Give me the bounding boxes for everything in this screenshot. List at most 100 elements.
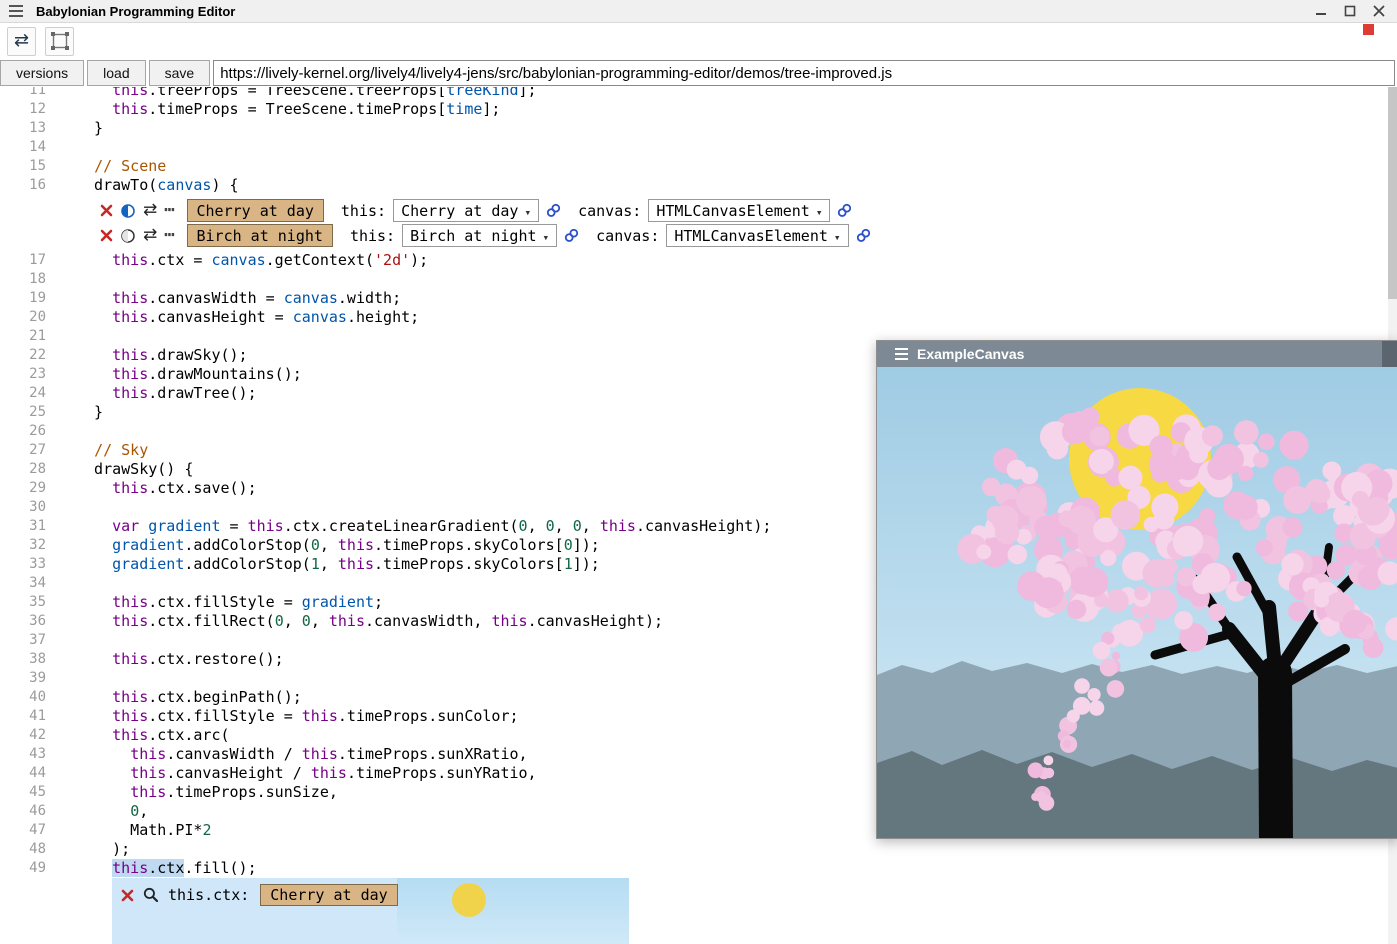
example-name-box[interactable]: Cherry at day bbox=[260, 884, 397, 906]
chevron-down-icon bbox=[543, 227, 550, 245]
line-number: 43 bbox=[0, 745, 46, 764]
example-canvas-window: ExampleCanvas bbox=[876, 340, 1397, 839]
link-icon[interactable] bbox=[856, 228, 871, 243]
line-number: 13 bbox=[0, 119, 46, 138]
trace-example-button[interactable]: ⇄ bbox=[143, 227, 157, 244]
delete-probe-button[interactable] bbox=[121, 889, 134, 902]
chevron-down-icon bbox=[524, 202, 531, 220]
code-line[interactable]: 14 bbox=[0, 138, 1397, 157]
dropdown-value: Birch at night bbox=[410, 227, 536, 245]
line-number: 39 bbox=[0, 669, 46, 688]
close-icon[interactable] bbox=[1373, 5, 1385, 17]
line-number: 47 bbox=[0, 821, 46, 840]
delete-example-button[interactable] bbox=[100, 229, 113, 242]
example-canvas-title: ExampleCanvas bbox=[917, 346, 1024, 362]
line-number: 30 bbox=[0, 498, 46, 517]
line-number: 23 bbox=[0, 365, 46, 384]
line-number: 40 bbox=[0, 688, 46, 707]
link-icon[interactable] bbox=[546, 203, 561, 218]
swap-arrows-button[interactable]: ⇄ bbox=[7, 27, 36, 56]
versions-button[interactable]: versions bbox=[0, 60, 84, 86]
line-number: 34 bbox=[0, 574, 46, 593]
example-canvas-titlebar[interactable]: ExampleCanvas bbox=[877, 341, 1397, 367]
line-number: 21 bbox=[0, 327, 46, 346]
dropdown-value: HTMLCanvasElement bbox=[674, 227, 828, 245]
magnifier-icon[interactable] bbox=[143, 887, 159, 903]
line-number: 42 bbox=[0, 726, 46, 745]
swap-arrows-icon: ⇄ bbox=[14, 32, 29, 50]
load-button[interactable]: load bbox=[87, 60, 145, 86]
example-toggle-icon[interactable] bbox=[120, 203, 136, 219]
line-number: 12 bbox=[0, 100, 46, 119]
code-line[interactable]: 48 ); bbox=[0, 840, 1397, 859]
line-number: 16 bbox=[0, 176, 46, 195]
canvas-label: canvas: bbox=[596, 227, 659, 245]
selection-bounds-icon bbox=[50, 31, 70, 51]
code-line[interactable]: 19 this.canvasWidth = canvas.width; bbox=[0, 289, 1397, 308]
code-line[interactable]: 18 bbox=[0, 270, 1397, 289]
example-probe-row: ⇄ ⋯ Cherry at day this: Cherry at day ca… bbox=[0, 198, 1397, 223]
line-number: 38 bbox=[0, 650, 46, 669]
code-line[interactable]: 11 this.treeProps = TreeScene.treeProps[… bbox=[0, 87, 1397, 100]
link-icon[interactable] bbox=[837, 203, 852, 218]
code-line[interactable]: 13 } bbox=[0, 119, 1397, 138]
canvas-value-dropdown[interactable]: HTMLCanvasElement bbox=[648, 199, 830, 222]
chevron-down-icon bbox=[816, 202, 823, 220]
link-icon[interactable] bbox=[564, 228, 579, 243]
line-number: 49 bbox=[0, 859, 46, 878]
minimize-icon[interactable] bbox=[1315, 5, 1327, 17]
canvas-value-dropdown[interactable]: HTMLCanvasElement bbox=[666, 224, 848, 247]
line-number: 45 bbox=[0, 783, 46, 802]
trace-example-button[interactable]: ⇄ bbox=[143, 202, 157, 219]
modified-indicator bbox=[1363, 24, 1374, 35]
selection-bounds-button[interactable] bbox=[45, 27, 74, 56]
this-value-dropdown[interactable]: Cherry at day bbox=[393, 199, 539, 222]
code-line[interactable]: 49 this.ctx.fill(); bbox=[0, 859, 1397, 878]
example-name-box[interactable]: Birch at night bbox=[187, 224, 333, 247]
line-number: 11 bbox=[0, 87, 46, 100]
line-number: 31 bbox=[0, 517, 46, 536]
code-line[interactable]: 16 drawTo(canvas) { bbox=[0, 176, 1397, 195]
line-number: 33 bbox=[0, 555, 46, 574]
app-titlebar[interactable]: Babylonian Programming Editor bbox=[0, 0, 1397, 23]
code-line[interactable]: 20 this.canvasHeight = canvas.height; bbox=[0, 308, 1397, 327]
line-number: 37 bbox=[0, 631, 46, 650]
app-title: Babylonian Programming Editor bbox=[36, 4, 235, 19]
menu-icon[interactable] bbox=[9, 5, 23, 17]
file-bar: versions load save bbox=[0, 60, 1395, 86]
line-number: 20 bbox=[0, 308, 46, 327]
menu-icon[interactable] bbox=[895, 348, 908, 360]
swap-arrows-icon: ⇄ bbox=[143, 202, 157, 219]
this-label: this: bbox=[341, 202, 386, 220]
line-number: 26 bbox=[0, 422, 46, 441]
line-number: 24 bbox=[0, 384, 46, 403]
example-toggle-icon[interactable] bbox=[120, 228, 136, 244]
url-input[interactable] bbox=[213, 60, 1395, 86]
line-number: 14 bbox=[0, 138, 46, 157]
more-options-icon[interactable]: ⋯ bbox=[164, 202, 175, 219]
line-number: 44 bbox=[0, 764, 46, 783]
maximize-icon[interactable] bbox=[1344, 5, 1356, 17]
line-number: 41 bbox=[0, 707, 46, 726]
line-number: 17 bbox=[0, 251, 46, 270]
line-number: 18 bbox=[0, 270, 46, 289]
code-line[interactable]: 15 // Scene bbox=[0, 157, 1397, 176]
example-name-box[interactable]: Cherry at day bbox=[187, 199, 324, 222]
line-number: 35 bbox=[0, 593, 46, 612]
scrollbar-thumb[interactable] bbox=[1388, 87, 1397, 299]
more-options-icon[interactable]: ⋯ bbox=[164, 227, 175, 244]
line-number: 22 bbox=[0, 346, 46, 365]
line-number: 27 bbox=[0, 441, 46, 460]
code-line[interactable]: 12 this.timeProps = TreeScene.timeProps[… bbox=[0, 100, 1397, 119]
chevron-down-icon bbox=[834, 227, 841, 245]
line-number: 46 bbox=[0, 802, 46, 821]
this-value-dropdown[interactable]: Birch at night bbox=[402, 224, 557, 247]
line-number: 15 bbox=[0, 157, 46, 176]
code-line[interactable]: 17 this.ctx = canvas.getContext('2d'); bbox=[0, 251, 1397, 270]
line-number: 19 bbox=[0, 289, 46, 308]
window-control-button[interactable] bbox=[1382, 341, 1397, 367]
canvas-label: canvas: bbox=[578, 202, 641, 220]
this-label: this: bbox=[350, 227, 395, 245]
save-button[interactable]: save bbox=[149, 60, 211, 86]
delete-example-button[interactable] bbox=[100, 204, 113, 217]
